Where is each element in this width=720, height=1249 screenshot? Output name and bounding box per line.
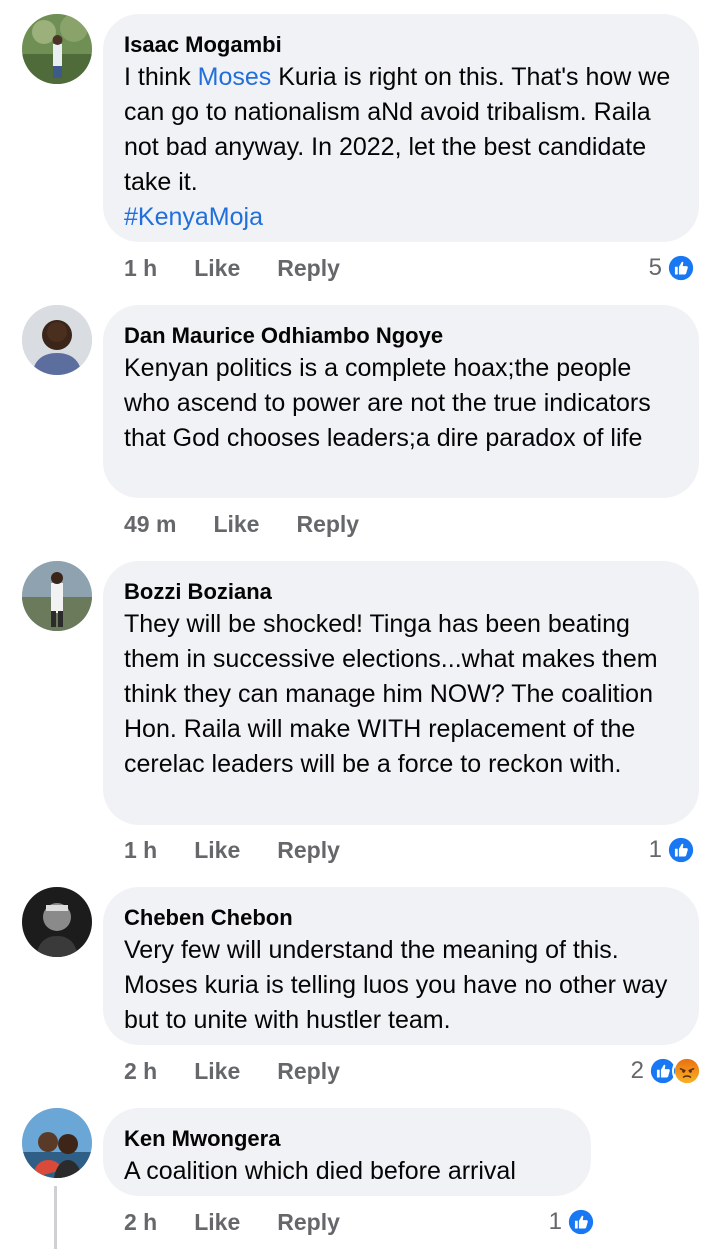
- comment-text-prefix: I think: [124, 63, 198, 91]
- like-icon: [566, 1207, 596, 1237]
- like-button[interactable]: Like: [194, 255, 240, 282]
- reply-button[interactable]: Reply: [277, 837, 340, 864]
- avatar[interactable]: [22, 1108, 92, 1178]
- like-button[interactable]: Like: [194, 1058, 240, 1085]
- reaction-summary[interactable]: 1: [549, 1205, 596, 1239]
- like-button[interactable]: Like: [194, 1209, 240, 1236]
- comment-author[interactable]: Isaac Mogambi: [124, 30, 677, 60]
- like-icon: [666, 835, 696, 865]
- reaction-count: 1: [648, 836, 662, 863]
- comment-bubble: Bozzi Boziana They will be shocked! Ting…: [103, 561, 699, 825]
- like-icon: [666, 253, 696, 283]
- comment-author[interactable]: Bozzi Boziana: [124, 577, 677, 607]
- reaction-summary[interactable]: 5: [649, 251, 696, 285]
- comment-author[interactable]: Cheben Chebon: [124, 903, 677, 933]
- comment-text: Very few will understand the meaning of …: [124, 936, 668, 1034]
- reply-thread-line: [54, 1186, 57, 1249]
- comment-bubble: Ken Mwongera A coalition which died befo…: [103, 1108, 591, 1196]
- comment-timestamp[interactable]: 1 h: [124, 837, 157, 864]
- comment-actions: 2 h Like Reply: [124, 1054, 340, 1088]
- avatar[interactable]: [22, 305, 92, 375]
- comment-timestamp[interactable]: 49 m: [124, 511, 176, 538]
- like-button[interactable]: Like: [213, 511, 259, 538]
- comment-actions: 1 h Like Reply: [124, 833, 340, 867]
- reaction-count: 5: [648, 254, 662, 281]
- reaction-summary[interactable]: 2: [631, 1054, 702, 1088]
- comment-bubble: Isaac Mogambi I think Moses Kuria is rig…: [103, 14, 699, 242]
- avatar[interactable]: [22, 14, 92, 84]
- comment-text: Kenyan politics is a complete hoax;the p…: [124, 354, 651, 452]
- reaction-count: 1: [548, 1208, 562, 1235]
- reply-button[interactable]: Reply: [296, 511, 359, 538]
- avatar[interactable]: [22, 887, 92, 957]
- reaction-count: 2: [630, 1057, 644, 1084]
- comment-actions: 1 h Like Reply: [124, 251, 340, 285]
- angry-icon: [672, 1056, 702, 1086]
- comment-timestamp[interactable]: 1 h: [124, 255, 157, 282]
- comment-timestamp[interactable]: 2 h: [124, 1209, 157, 1236]
- comment-timestamp[interactable]: 2 h: [124, 1058, 157, 1085]
- reply-button[interactable]: Reply: [277, 1058, 340, 1085]
- comment-actions: 2 h Like Reply: [124, 1205, 340, 1239]
- reply-button[interactable]: Reply: [277, 255, 340, 282]
- avatar[interactable]: [22, 561, 92, 631]
- comment-text: A coalition which died before arrival: [124, 1157, 516, 1185]
- reaction-summary[interactable]: 1: [649, 833, 696, 867]
- reply-button[interactable]: Reply: [277, 1209, 340, 1236]
- comment-text: They will be shocked! Tinga has been bea…: [124, 610, 658, 778]
- comment-author[interactable]: Ken Mwongera: [124, 1124, 569, 1154]
- comment-author[interactable]: Dan Maurice Odhiambo Ngoye: [124, 321, 677, 351]
- comment-bubble: Dan Maurice Odhiambo Ngoye Kenyan politi…: [103, 305, 699, 498]
- comment-text: I think Moses Kuria is right on this. Th…: [124, 60, 677, 235]
- hashtag-link[interactable]: #KenyaMoja: [124, 200, 677, 235]
- like-button[interactable]: Like: [194, 837, 240, 864]
- comment-bubble: Cheben Chebon Very few will understand t…: [103, 887, 699, 1045]
- comment-actions: 49 m Like Reply: [124, 507, 359, 541]
- mention-link[interactable]: Moses: [198, 63, 272, 91]
